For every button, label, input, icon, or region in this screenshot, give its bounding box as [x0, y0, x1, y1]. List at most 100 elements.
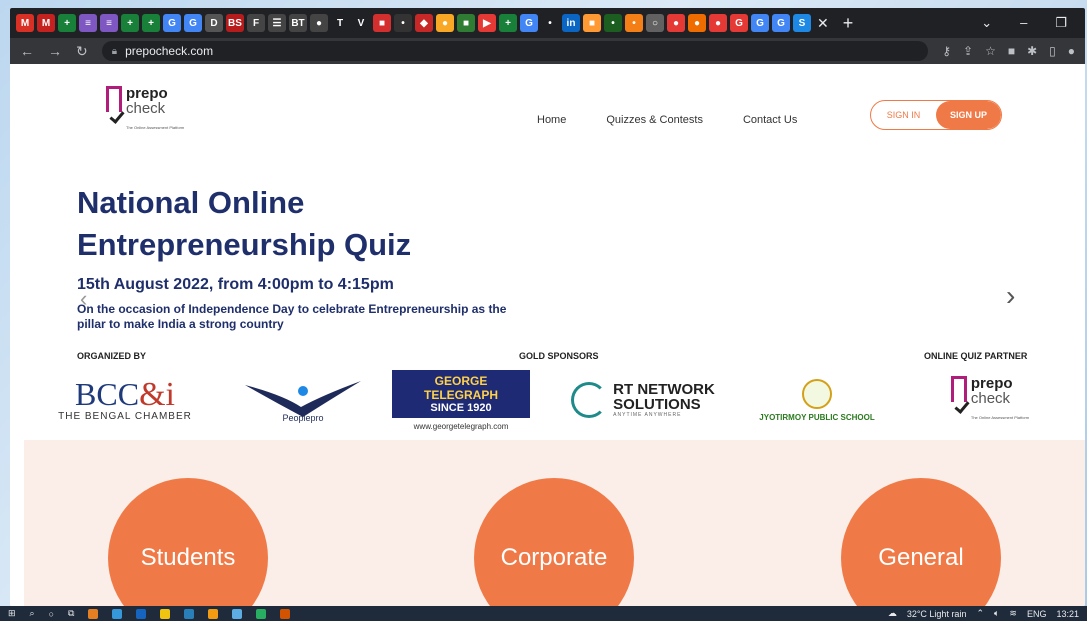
share-icon[interactable]: ⇪ — [963, 44, 973, 58]
close-tab-icon[interactable]: ✕ — [817, 15, 829, 32]
app-icon[interactable]: ● — [709, 14, 727, 32]
google-icon[interactable]: G — [751, 14, 769, 32]
george-since: SINCE 1920 — [430, 401, 492, 414]
t-icon[interactable]: T — [331, 14, 349, 32]
students-card[interactable]: Students — [108, 478, 268, 606]
new-tab-icon[interactable]: + — [843, 13, 854, 34]
carousel-prev-icon[interactable]: ‹ — [80, 286, 87, 312]
explorer-taskbar-icon[interactable] — [208, 608, 219, 619]
forward-icon[interactable]: → — [48, 43, 62, 59]
nav-quizzes[interactable]: Quizzes & Contests — [606, 114, 703, 126]
app-icon[interactable]: ○ — [646, 14, 664, 32]
volume-icon[interactable]: 🔈︎ — [994, 608, 999, 619]
app-icon[interactable]: • — [394, 14, 412, 32]
app-taskbar-icon[interactable] — [112, 608, 123, 619]
sheets-icon[interactable]: + — [58, 14, 76, 32]
logo-word-1: prepo — [126, 85, 168, 102]
google-icon[interactable]: G — [184, 14, 202, 32]
tray-chevron-icon[interactable]: ⌃ — [976, 608, 984, 619]
app-icon[interactable]: S — [793, 14, 811, 32]
forms-icon[interactable]: ≡ — [79, 14, 97, 32]
weather-text[interactable]: 32°C Light rain — [907, 609, 967, 619]
flag-icon[interactable]: ■ — [583, 14, 601, 32]
carousel-next-icon[interactable]: › — [1006, 280, 1015, 312]
nav-contact[interactable]: Contact Us — [743, 114, 797, 126]
chrome-taskbar-icon[interactable] — [160, 608, 171, 619]
sponsor-logos: BCC&i THE BENGAL CHAMBER Peoplepro GEORG… — [10, 368, 1085, 432]
app-icon[interactable]: • — [541, 14, 559, 32]
address-bar[interactable]: 🔒︎ prepocheck.com — [101, 41, 929, 61]
google-icon[interactable]: G — [520, 14, 538, 32]
bs-icon[interactable]: BS — [226, 14, 244, 32]
nav-home[interactable]: Home — [537, 114, 566, 126]
app-taskbar-icon[interactable] — [88, 608, 99, 619]
app-icon[interactable]: • — [625, 14, 643, 32]
app-icon[interactable]: ■ — [457, 14, 475, 32]
news-icon[interactable]: ● — [310, 14, 328, 32]
extension-icon[interactable]: ■ — [1008, 44, 1015, 58]
partner-word-2: check — [970, 389, 1011, 407]
clock[interactable]: 13:21 — [1056, 609, 1079, 619]
search-icon[interactable]: ⌕ — [30, 608, 35, 619]
google-icon[interactable]: G — [772, 14, 790, 32]
star-icon[interactable]: ☆ — [985, 44, 996, 58]
forms-icon[interactable]: ≡ — [100, 14, 118, 32]
task-view-icon[interactable]: ⧉ — [68, 608, 74, 619]
mail-taskbar-icon[interactable] — [136, 608, 147, 619]
bt-icon[interactable]: BT — [289, 14, 307, 32]
logo-word-2: check — [126, 100, 166, 117]
news-icon[interactable]: ☰ — [268, 14, 286, 32]
youtube-icon[interactable]: ▶ — [478, 14, 496, 32]
sheets-icon[interactable]: + — [499, 14, 517, 32]
linkedin-icon[interactable]: in — [562, 14, 580, 32]
language-indicator[interactable]: ENG — [1027, 609, 1047, 619]
george-url: www.georgetelegraph.com — [413, 421, 509, 431]
audience-section: Students Corporate General — [24, 440, 1085, 606]
auth-buttons: SIGN IN SIGN UP — [870, 100, 1002, 130]
prepocheck-logo[interactable]: prepo check The Online Assessment Platfo… — [106, 86, 184, 135]
windows-start-icon[interactable]: ⊞ — [8, 608, 16, 619]
profile-icon[interactable]: ● — [1068, 44, 1075, 58]
v-icon[interactable]: V — [352, 14, 370, 32]
sign-up-button[interactable]: SIGN UP — [936, 101, 1001, 129]
red-icon[interactable]: ■ — [373, 14, 391, 32]
google-icon[interactable]: G — [163, 14, 181, 32]
corporate-card[interactable]: Corporate — [474, 478, 634, 606]
reload-icon[interactable]: ↻ — [76, 43, 88, 60]
app-icon[interactable]: ◆ — [415, 14, 433, 32]
wifi-icon[interactable]: ≋ — [1009, 608, 1017, 619]
hero-title: National Online Entrepreneurship Quiz — [77, 185, 412, 262]
edge-taskbar-icon[interactable] — [184, 608, 195, 619]
whatsapp-taskbar-icon[interactable] — [256, 608, 267, 619]
sidepanel-icon[interactable]: ▯ — [1049, 44, 1056, 58]
app-icon[interactable]: G — [730, 14, 748, 32]
tab-strip: M M + ≡ ≡ + + G G D BS F ☰ BT ● T V ■ • ◆ ● ■ ▶ + G • in ■ • • ○ ● ● ● G G G… — [10, 8, 1085, 38]
gold-sponsors-heading: GOLD SPONSORS — [519, 351, 599, 361]
cortana-icon[interactable]: ○ — [49, 609, 54, 619]
f-icon[interactable]: F — [247, 14, 265, 32]
app-icon[interactable]: • — [604, 14, 622, 32]
sheets-icon[interactable]: + — [121, 14, 139, 32]
restore-icon[interactable]: ❐ — [1055, 15, 1067, 31]
rt-name-2: SOLUTIONS — [613, 396, 701, 413]
back-icon[interactable]: ← — [20, 43, 34, 59]
key-icon[interactable]: ⚷ — [942, 44, 951, 58]
doc-icon[interactable]: D — [205, 14, 223, 32]
puzzle-icon[interactable]: ✱ — [1027, 44, 1037, 58]
gmail-icon[interactable]: M — [16, 14, 34, 32]
organized-by-heading: ORGANIZED BY — [77, 351, 147, 361]
sign-in-button[interactable]: SIGN IN — [871, 101, 936, 129]
app-icon[interactable]: ● — [436, 14, 454, 32]
store-taskbar-icon[interactable] — [232, 608, 243, 619]
tab-search-icon[interactable]: ⌄ — [981, 15, 992, 31]
app-icon[interactable]: ● — [688, 14, 706, 32]
rt-network-logo: RT NETWORK SOLUTIONS ANYTIME ANYWHERE — [558, 368, 728, 432]
general-card[interactable]: General — [841, 478, 1001, 606]
app-icon[interactable]: ● — [667, 14, 685, 32]
sheets-icon[interactable]: + — [142, 14, 160, 32]
minimize-icon[interactable]: – — [1020, 15, 1027, 31]
app-taskbar-icon[interactable] — [280, 608, 291, 619]
gmail-icon[interactable]: M — [37, 14, 55, 32]
peoplepro-label: Peoplepro — [282, 413, 324, 423]
weather-icon[interactable]: ☁ — [888, 608, 897, 619]
